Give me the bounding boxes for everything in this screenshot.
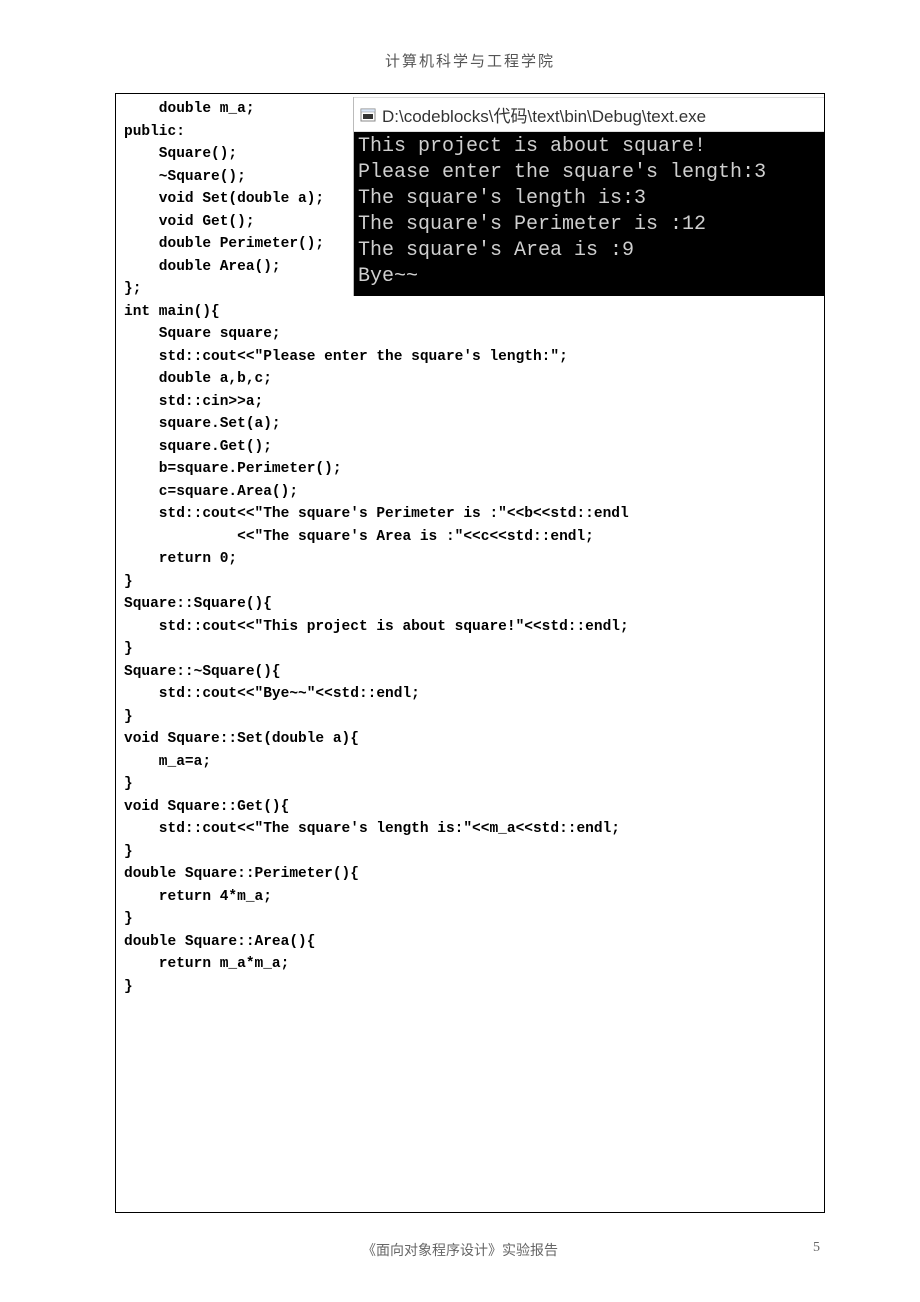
page-footer: 《面向对象程序设计》实验报告 5: [0, 1240, 920, 1260]
document-page: 计算机科学与工程学院 double m_a; public: Square();…: [0, 0, 920, 1302]
console-title-text: D:\codeblocks\代码\text\bin\Debug\text.exe: [382, 102, 706, 127]
content-frame: double m_a; public: Square(); ~Square();…: [115, 93, 825, 1213]
console-exe-icon: [360, 107, 376, 123]
page-number: 5: [813, 1240, 820, 1256]
console-window: D:\codeblocks\代码\text\bin\Debug\text.exe…: [353, 97, 824, 296]
console-titlebar: D:\codeblocks\代码\text\bin\Debug\text.exe: [354, 97, 824, 132]
header-text: 计算机科学与工程学院: [385, 54, 555, 70]
page-header: 计算机科学与工程学院: [115, 50, 825, 71]
footer-text: 《面向对象程序设计》实验报告: [362, 1244, 558, 1259]
console-output: This project is about square! Please ent…: [354, 132, 824, 296]
